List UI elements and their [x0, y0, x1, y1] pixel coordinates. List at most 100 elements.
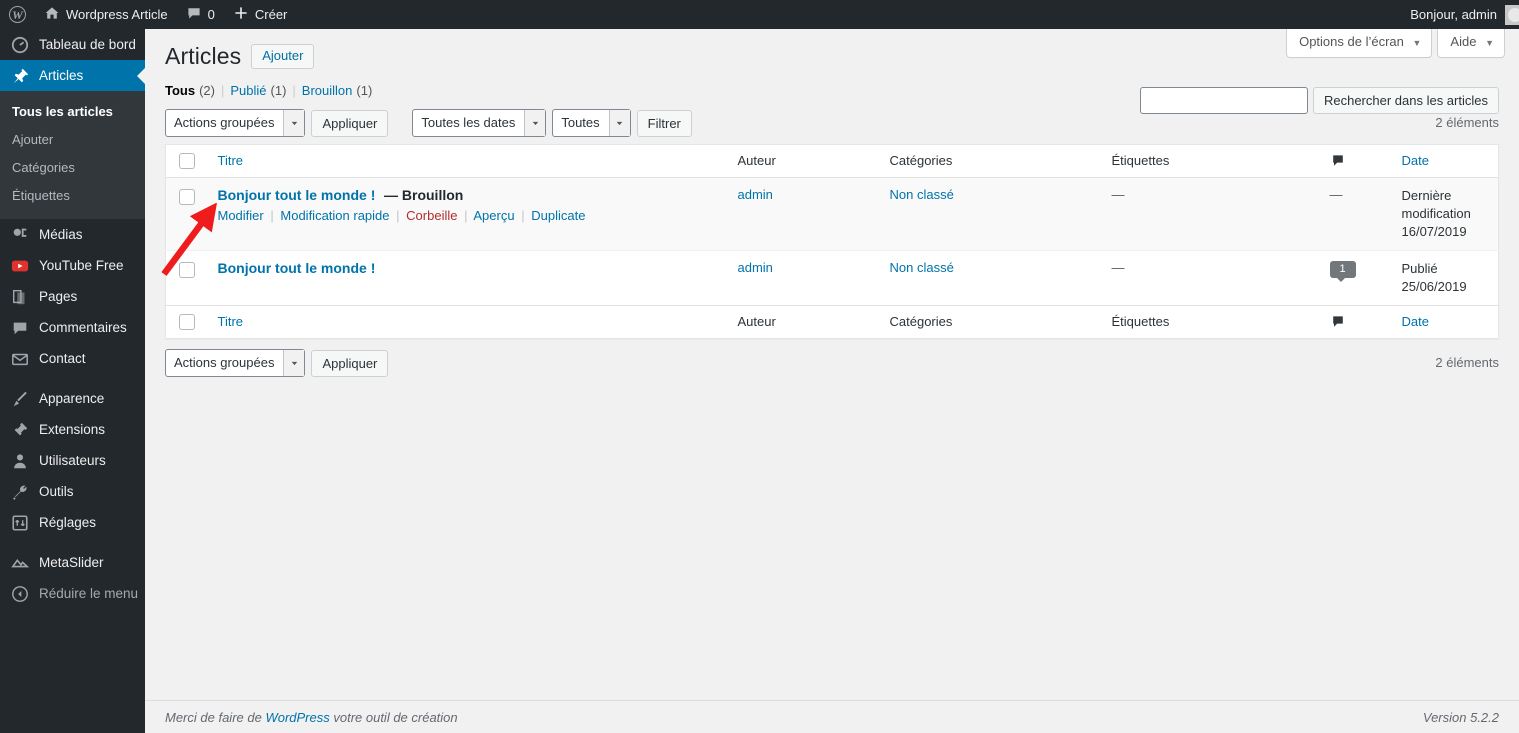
filter-link-draft[interactable]: Brouillon — [302, 83, 353, 98]
separator: | — [464, 208, 468, 223]
filter-link-all[interactable]: Tous — [165, 83, 195, 98]
separator: | — [220, 83, 225, 98]
select-all-header[interactable] — [165, 144, 208, 178]
sidebar-item-posts[interactable]: Articles — [0, 60, 145, 91]
filter-count-draft: (1) — [356, 83, 373, 98]
column-footer-date[interactable]: Date — [1391, 305, 1499, 339]
column-footer-comments[interactable] — [1319, 305, 1392, 339]
filter-count-published: (1) — [270, 83, 287, 98]
bulk-action-select-top[interactable]: Actions groupées — [165, 109, 306, 137]
add-new-post-button[interactable]: Ajouter — [251, 44, 315, 69]
comments-menu[interactable]: 0 — [177, 0, 224, 29]
sidebar-item-settings[interactable]: Réglages — [0, 507, 145, 538]
wordpress-link[interactable]: WordPress — [265, 710, 329, 725]
sidebar-item-appearance[interactable]: Apparence — [0, 383, 145, 414]
sidebar-item-contact[interactable]: Contact — [0, 343, 145, 374]
tablenav-bottom: Actions groupées Appliquer 2 éléments — [165, 348, 1499, 378]
sort-date-link[interactable]: Date — [1402, 314, 1429, 329]
row-select-cell[interactable] — [165, 250, 208, 306]
displaying-num-top: 2 éléments — [1435, 115, 1499, 130]
row-checkbox[interactable] — [179, 189, 195, 205]
sort-title-link[interactable]: Titre — [218, 314, 244, 329]
category-link[interactable]: Non classé — [890, 187, 954, 202]
new-content-menu[interactable]: Créer — [224, 0, 297, 29]
sidebar-separator — [0, 374, 145, 383]
sidebar-item-pages[interactable]: Pages — [0, 281, 145, 312]
date-filter-select[interactable]: Toutes les dates — [412, 109, 547, 137]
sidebar-item-dashboard[interactable]: Tableau de bord — [0, 29, 145, 60]
date-value: 25/06/2019 — [1401, 279, 1467, 294]
bulk-apply-button-top[interactable]: Appliquer — [311, 109, 389, 137]
column-header-categories: Catégories — [879, 144, 1102, 178]
date-status: Dernière modification — [1401, 188, 1471, 221]
wp-logo-menu[interactable]: W — [0, 0, 35, 29]
sidebar-label: Outils — [39, 483, 74, 499]
author-link[interactable]: admin — [738, 260, 773, 275]
collapse-menu-button[interactable]: Réduire le menu — [0, 578, 145, 609]
row-actions: Modifier | Modification rapide | Corbeil… — [218, 208, 718, 223]
sidebar-item-tools[interactable]: Outils — [0, 476, 145, 507]
envelope-icon — [10, 349, 30, 369]
row-select-cell[interactable] — [165, 177, 208, 251]
site-name-menu[interactable]: Wordpress Article — [35, 0, 177, 29]
filter-link-published[interactable]: Publié — [230, 83, 266, 98]
sidebar-subitem-tags[interactable]: Étiquettes — [0, 182, 145, 210]
sidebar-label: Apparence — [39, 390, 105, 406]
media-icon — [10, 225, 30, 245]
wordpress-logo-icon: W — [9, 6, 26, 23]
row-comments-cell: 1 — [1319, 250, 1392, 306]
category-filter-select[interactable]: Toutes — [552, 109, 631, 137]
column-header-comments[interactable] — [1319, 144, 1392, 178]
sidebar-item-youtube-free[interactable]: YouTube Free — [0, 250, 145, 281]
select-all-checkbox[interactable] — [179, 314, 195, 330]
bulk-action-select-bottom[interactable]: Actions groupées — [165, 349, 306, 377]
post-title-link[interactable]: Bonjour tout le monde ! — [218, 260, 376, 276]
footer-thanks-suffix: votre outil de création — [329, 709, 458, 725]
sidebar-subitem-categories[interactable]: Catégories — [0, 154, 145, 182]
row-action-trash[interactable]: Corbeille — [406, 208, 457, 223]
sidebar-item-media[interactable]: Médias — [0, 219, 145, 250]
select-all-footer[interactable] — [165, 305, 208, 339]
post-title-link[interactable]: Bonjour tout le monde ! — [218, 187, 376, 203]
appearance-icon — [10, 389, 30, 409]
row-author-cell: admin — [727, 250, 880, 306]
my-account-menu[interactable]: Bonjour, admin — [1410, 4, 1519, 25]
row-action-edit[interactable]: Modifier — [218, 208, 264, 223]
author-footer-label: Auteur — [737, 314, 776, 329]
row-comments-cell: — — [1319, 177, 1392, 251]
sort-title-link[interactable]: Titre — [218, 153, 244, 168]
pages-icon — [10, 287, 30, 307]
sidebar-subitem-all-posts[interactable]: Tous les articles — [0, 98, 145, 126]
date-status: Publié — [1401, 261, 1438, 276]
metaslider-icon — [10, 553, 30, 573]
select-all-checkbox[interactable] — [179, 153, 195, 169]
category-link[interactable]: Non classé — [890, 260, 954, 275]
comment-bubble-icon — [1330, 314, 1382, 330]
separator: | — [521, 208, 525, 223]
column-header-title[interactable]: Titre — [207, 144, 728, 178]
author-link[interactable]: admin — [738, 187, 773, 202]
row-action-preview[interactable]: Aperçu — [473, 208, 514, 223]
row-checkbox[interactable] — [179, 262, 195, 278]
table-header-row: Titre Auteur Catégories Étiquettes Date — [165, 144, 1499, 178]
filter-button[interactable]: Filtrer — [636, 109, 692, 137]
categories-header-label: Catégories — [889, 153, 953, 168]
sidebar-item-metaslider[interactable]: MetaSlider — [0, 547, 145, 578]
sidebar-subitem-add-new[interactable]: Ajouter — [0, 126, 145, 154]
row-action-duplicate[interactable]: Duplicate — [531, 208, 585, 223]
sidebar-item-comments[interactable]: Commentaires — [0, 312, 145, 343]
comments-value: — — [1329, 187, 1343, 202]
sidebar-item-users[interactable]: Utilisateurs — [0, 445, 145, 476]
table-row: Bonjour tout le monde ! — Brouillon Modi… — [165, 177, 1499, 251]
sort-date-link[interactable]: Date — [1402, 153, 1429, 168]
row-date-cell: Publié 25/06/2019 — [1391, 250, 1499, 306]
column-footer-title[interactable]: Titre — [207, 305, 728, 339]
chevron-down-icon — [608, 110, 630, 136]
sidebar-label: Commentaires — [39, 319, 127, 335]
comment-count-wrapper[interactable]: 1 — [1329, 260, 1356, 282]
posts-table: Titre Auteur Catégories Étiquettes Date … — [165, 144, 1499, 339]
bulk-apply-button-bottom[interactable]: Appliquer — [311, 349, 389, 377]
row-action-quick-edit[interactable]: Modification rapide — [280, 208, 389, 223]
sidebar-item-plugins[interactable]: Extensions — [0, 414, 145, 445]
column-header-date[interactable]: Date — [1391, 144, 1499, 178]
